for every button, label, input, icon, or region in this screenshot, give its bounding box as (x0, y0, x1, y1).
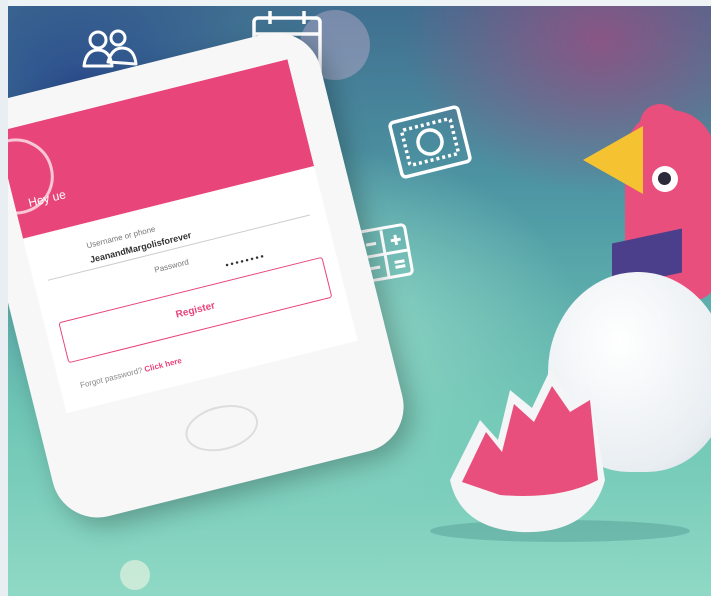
bird-beak (583, 126, 643, 194)
frame-edge-left (0, 0, 8, 596)
password-field[interactable]: •••••••• (224, 251, 266, 271)
forgot-password-link[interactable]: Click here (143, 356, 182, 374)
phone-screen: Hey ue Username or phone JeanandMargolis… (0, 59, 358, 414)
forgot-password-label: Forgot password? (79, 365, 144, 390)
register-button[interactable]: Register (58, 256, 333, 364)
frame-edge-top (0, 0, 711, 6)
ticket-icon (385, 100, 483, 190)
bird-crest (640, 104, 680, 126)
bird-pupil (658, 172, 671, 185)
hero-illustration: Hey ue Username or phone JeanandMargolis… (0, 0, 711, 596)
password-label: Password (153, 257, 190, 275)
phone-home-button (180, 397, 263, 459)
forgot-password-text: Forgot password? Click here (79, 356, 183, 390)
bokeh-light (120, 560, 150, 590)
egg-shell-fragment (440, 360, 610, 540)
smartphone: Hey ue Username or phone JeanandMargolis… (0, 22, 414, 528)
screen-header: Hey ue (0, 59, 315, 239)
